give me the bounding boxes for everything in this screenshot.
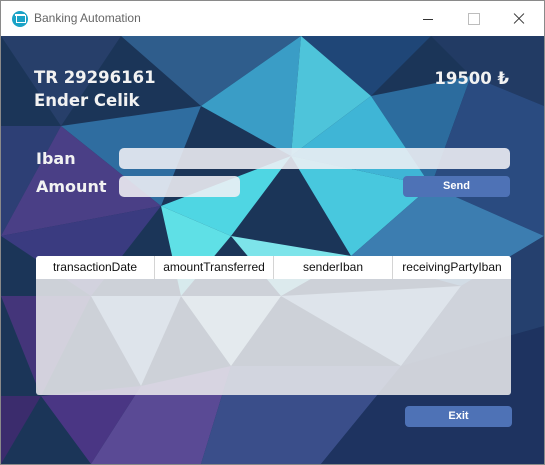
account-balance: 19500 ₺ — [434, 69, 509, 88]
column-header-transaction-date[interactable]: transactionDate — [36, 256, 155, 279]
main-panel: TR 29296161 Ender Celik 19500 ₺ Iban Amo… — [1, 36, 544, 464]
column-header-sender-iban[interactable]: senderIban — [274, 256, 393, 279]
send-button[interactable]: Send — [403, 176, 510, 197]
exit-button[interactable]: Exit — [405, 406, 512, 427]
amount-input[interactable] — [119, 176, 240, 197]
amount-label: Amount — [36, 177, 107, 196]
title-bar[interactable]: Banking Automation — [1, 1, 544, 36]
column-header-amount-transferred[interactable]: amountTransferred — [155, 256, 274, 279]
transactions-table[interactable]: transactionDate amountTransferred sender… — [36, 256, 511, 395]
account-owner: Ender Celik — [34, 91, 140, 110]
minimize-button[interactable] — [406, 1, 452, 36]
account-number: TR 29296161 — [34, 68, 156, 87]
maximize-button[interactable] — [452, 1, 498, 36]
window-title: Banking Automation — [34, 11, 141, 25]
iban-label: Iban — [36, 149, 76, 168]
iban-input[interactable] — [119, 148, 510, 169]
app-window: Banking Automation TR 29296161 Ender Cel… — [0, 0, 545, 465]
close-button[interactable] — [498, 1, 544, 36]
bank-icon — [12, 11, 28, 27]
column-header-receiving-party-iban[interactable]: receivingPartyIban — [393, 256, 511, 279]
table-header: transactionDate amountTransferred sender… — [36, 256, 511, 279]
